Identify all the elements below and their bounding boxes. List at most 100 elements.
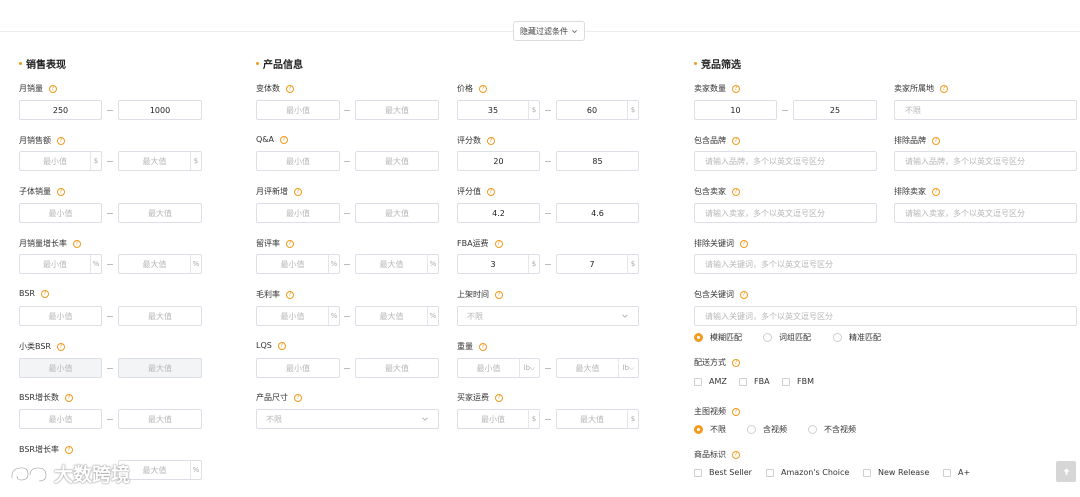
help-icon[interactable]: ? <box>495 290 503 299</box>
bsr-max-input[interactable]: 最大值 <box>118 306 202 326</box>
back-to-top-button[interactable] <box>1056 461 1076 482</box>
child-sales-min-input[interactable]: 最小值 <box>19 203 102 223</box>
shipping-fba-checkbox[interactable]: FBA <box>739 377 770 386</box>
variants-min-input[interactable]: 最小值 <box>256 100 340 120</box>
review-rate-min-input[interactable]: 最小值% <box>256 254 340 274</box>
help-icon[interactable]: ? <box>57 187 65 196</box>
help-icon[interactable]: ? <box>294 393 302 402</box>
include-brand-input[interactable]: 请输入品牌，多个以英文逗号区分 <box>694 151 877 171</box>
help-icon[interactable]: ? <box>487 187 495 196</box>
help-icon[interactable]: ? <box>64 445 73 454</box>
help-icon[interactable]: ? <box>286 239 294 248</box>
sub-bsr-min-input[interactable]: 最小值 <box>19 358 102 378</box>
monthly-revenue-max-input[interactable]: 最大值 $ <box>118 151 202 171</box>
bsr-growth-rate-max-input[interactable]: 最大值% <box>118 460 202 480</box>
seller-count-min-input[interactable]: 10 <box>694 100 777 120</box>
qa-min-input[interactable]: 最小值 <box>256 151 340 171</box>
help-icon[interactable]: ? <box>277 341 286 350</box>
variants-max-input[interactable]: 最大值 <box>355 100 439 120</box>
fba-fee-min-input[interactable]: 3 $ <box>457 254 540 274</box>
help-icon[interactable]: ? <box>732 84 740 93</box>
weight-max-input[interactable]: 最大值 lb ⌵ <box>556 358 639 378</box>
match-exact-radio[interactable]: 精准匹配 <box>833 332 881 343</box>
bsr-growth-count-min-input[interactable]: 最小值 <box>19 409 102 429</box>
lqs-max-input[interactable]: 最大值 <box>355 358 439 378</box>
help-icon[interactable]: ? <box>932 187 940 196</box>
sub-bsr-max-input[interactable]: 最大值 <box>118 358 202 378</box>
weight-unit-select[interactable]: lb ⌵ <box>519 359 539 377</box>
badge-aplus-checkbox[interactable]: A+ <box>943 468 970 477</box>
shipping-fbm-checkbox[interactable]: FBM <box>782 377 814 386</box>
help-icon[interactable]: ? <box>280 135 289 144</box>
video-with-radio[interactable]: 含视频 <box>747 424 787 435</box>
help-icon[interactable]: ? <box>286 290 294 299</box>
help-icon[interactable]: ? <box>56 342 65 351</box>
exclude-brand-input[interactable]: 请输入品牌，多个以英文逗号区分 <box>894 151 1077 171</box>
review-rate-max-input[interactable]: 最大值% <box>355 254 439 274</box>
include-keywords-input[interactable]: 请输入关键词，多个以英文逗号区分 <box>694 306 1077 326</box>
help-icon[interactable]: ? <box>732 407 740 416</box>
help-icon[interactable]: ? <box>73 239 81 248</box>
exclude-keywords-input[interactable]: 请输入关键词，多个以英文逗号区分 <box>694 254 1077 274</box>
shipping-amz-checkbox[interactable]: AMZ <box>694 377 727 386</box>
price-min-input[interactable]: 35 $ <box>457 100 540 120</box>
sales-growth-min-input[interactable]: 最小值% <box>19 254 102 274</box>
seller-shipping-max-input[interactable]: 最大值 $ <box>556 409 639 429</box>
help-icon[interactable]: ? <box>740 239 748 248</box>
qa-max-input[interactable]: 最大值 <box>355 151 439 171</box>
rating-min-input[interactable]: 4.2 <box>457 203 540 223</box>
help-icon[interactable]: ? <box>64 393 73 402</box>
help-icon[interactable]: ? <box>479 342 487 351</box>
monthly-new-reviews-min-input[interactable]: 最小值 <box>256 203 340 223</box>
lqs-min-input[interactable]: 最小值 <box>256 358 340 378</box>
video-any-radio[interactable]: 不限 <box>694 424 726 435</box>
monthly-revenue-min-input[interactable]: 最小值 $ <box>19 151 102 171</box>
hide-filters-button[interactable]: 隐藏过滤条件 <box>513 21 585 41</box>
help-icon[interactable]: ? <box>487 136 495 145</box>
help-icon[interactable]: ? <box>740 290 748 299</box>
seller-count-max-input[interactable]: 25 <box>793 100 877 120</box>
help-icon[interactable]: ? <box>932 136 940 145</box>
include-seller-input[interactable]: 请输入卖家，多个以英文逗号区分 <box>694 203 877 223</box>
match-phrase-radio[interactable]: 词组匹配 <box>763 332 811 343</box>
review-count-max-input[interactable]: 85 <box>556 151 639 171</box>
help-icon[interactable]: ? <box>479 84 487 93</box>
monthly-sales-max-input[interactable]: 1000 <box>118 100 202 120</box>
seller-location-select[interactable]: 不限 <box>894 100 1077 120</box>
margin-max-input[interactable]: 最大值% <box>355 306 439 326</box>
help-icon[interactable]: ? <box>732 187 740 196</box>
help-icon[interactable]: ? <box>57 136 65 145</box>
rating-max-input[interactable]: 4.6 <box>556 203 639 223</box>
sales-growth-max-input[interactable]: 最大值% <box>118 254 202 274</box>
fba-fee-max-input[interactable]: 7 $ <box>556 254 639 274</box>
match-fuzzy-radio[interactable]: 模糊匹配 <box>694 332 742 343</box>
weight-min-input[interactable]: 最小值 lb ⌵ <box>457 358 540 378</box>
help-icon[interactable]: ? <box>294 187 302 196</box>
badge-amazons-choice-checkbox[interactable]: Amazon's Choice <box>766 468 849 477</box>
child-sales-max-input[interactable]: 最大值 <box>118 203 202 223</box>
size-select[interactable]: 不限 <box>256 409 439 429</box>
weight-unit-select[interactable]: lb ⌵ <box>618 359 638 377</box>
monthly-sales-min-input[interactable]: 250 <box>19 100 102 120</box>
help-icon[interactable]: ? <box>732 450 740 459</box>
margin-min-input[interactable]: 最小值% <box>256 306 340 326</box>
help-icon[interactable]: ? <box>732 136 740 145</box>
monthly-new-reviews-max-input[interactable]: 最大值 <box>355 203 439 223</box>
badge-new-release-checkbox[interactable]: New Release <box>863 468 929 477</box>
help-icon[interactable]: ? <box>494 239 503 248</box>
review-count-min-input[interactable]: 20 <box>457 151 540 171</box>
help-icon[interactable]: ? <box>495 393 503 402</box>
listing-time-select[interactable]: 不限 <box>457 306 639 326</box>
help-icon[interactable]: ? <box>40 289 49 298</box>
help-icon[interactable]: ? <box>940 84 948 93</box>
bsr-min-input[interactable]: 最小值 <box>19 306 102 326</box>
badge-best-seller-checkbox[interactable]: Best Seller <box>694 468 752 477</box>
video-without-radio[interactable]: 不含视频 <box>808 424 856 435</box>
exclude-seller-input[interactable]: 请输入卖家，多个以英文逗号区分 <box>894 203 1077 223</box>
help-icon[interactable]: ? <box>286 84 294 93</box>
seller-shipping-min-input[interactable]: 最小值 $ <box>457 409 540 429</box>
help-icon[interactable]: ? <box>732 358 740 367</box>
bsr-growth-count-max-input[interactable]: 最大值 <box>118 409 202 429</box>
price-max-input[interactable]: 60 $ <box>556 100 639 120</box>
help-icon[interactable]: ? <box>49 84 57 93</box>
